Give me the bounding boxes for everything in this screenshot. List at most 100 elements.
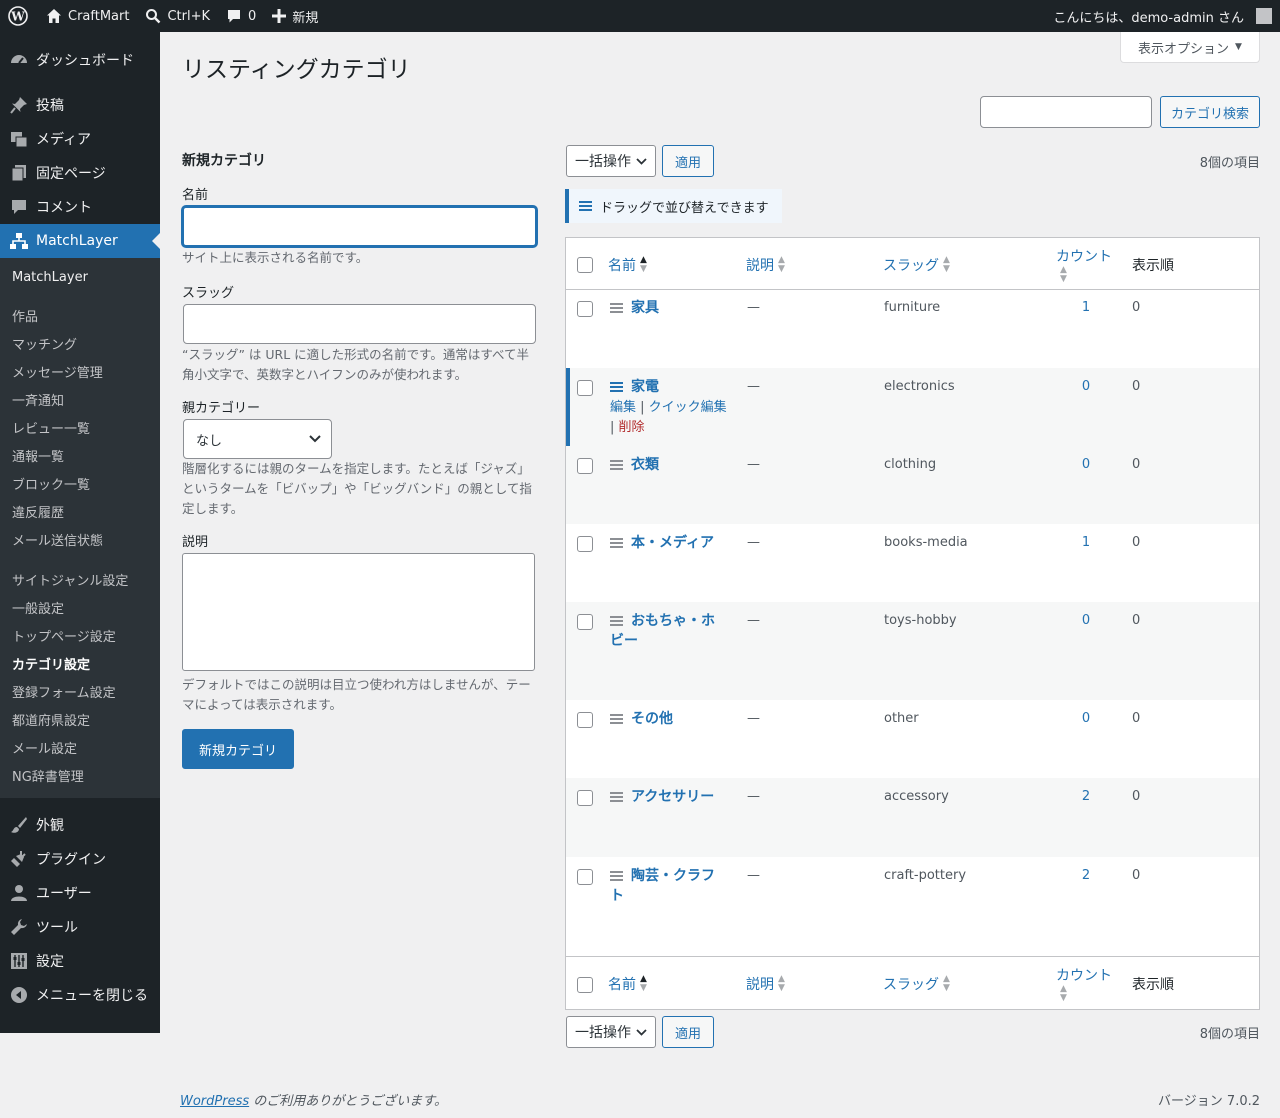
category-count-link[interactable]: 0 bbox=[1076, 711, 1096, 726]
parent-category-select[interactable]: なし bbox=[183, 419, 332, 459]
description-textarea[interactable] bbox=[182, 553, 535, 671]
row-checkbox[interactable] bbox=[577, 536, 593, 552]
row-checkbox[interactable] bbox=[577, 301, 593, 317]
drag-handle-icon[interactable] bbox=[610, 790, 623, 804]
row-checkbox[interactable] bbox=[577, 458, 593, 474]
admin-search-button[interactable]: Ctrl+K bbox=[137, 0, 218, 32]
menu-users[interactable]: ユーザー bbox=[0, 876, 160, 910]
menu-matchlayer[interactable]: MatchLayer bbox=[0, 224, 160, 258]
category-count-link[interactable]: 0 bbox=[1076, 379, 1096, 394]
menu-plugins[interactable]: プラグイン bbox=[0, 842, 160, 876]
category-count-link[interactable]: 1 bbox=[1076, 300, 1096, 315]
submenu-item[interactable]: 登録フォーム設定 bbox=[0, 680, 160, 708]
column-name-sort[interactable]: 名前 ▲ ▼ bbox=[608, 255, 647, 275]
category-search-button[interactable]: カテゴリ検索 bbox=[1159, 96, 1260, 128]
category-count-link[interactable]: 2 bbox=[1076, 868, 1096, 883]
wordpress-logo-icon[interactable]: W bbox=[0, 0, 38, 32]
column-slug-sort[interactable]: スラッグ ▲ ▼ bbox=[883, 974, 950, 994]
wordpress-link[interactable]: WordPress bbox=[180, 1094, 249, 1109]
menu-appearance[interactable]: 外観 bbox=[0, 808, 160, 842]
submenu-item[interactable]: ブロック一覧 bbox=[0, 472, 160, 500]
submenu-item[interactable]: メール設定 bbox=[0, 736, 160, 764]
submenu-item[interactable]: 作品 bbox=[0, 304, 160, 332]
column-description-sort[interactable]: 説明 ▲ ▼ bbox=[746, 974, 785, 994]
submenu-item[interactable]: 通報一覧 bbox=[0, 444, 160, 472]
comment-icon bbox=[10, 198, 28, 216]
apply-button[interactable]: 適用 bbox=[662, 1016, 715, 1048]
bulk-action-select[interactable]: 一括操作 bbox=[566, 1016, 656, 1048]
drag-handle-icon[interactable] bbox=[610, 301, 623, 315]
category-name: その他 bbox=[631, 711, 673, 727]
my-account-link[interactable]: こんにちは、demo-admin さん bbox=[1045, 0, 1280, 32]
row-actions: 編集 | クイック編集 | 削除 bbox=[610, 400, 727, 435]
column-description-sort[interactable]: 説明 ▲ ▼ bbox=[746, 255, 785, 275]
submenu-item[interactable]: トップページ設定 bbox=[0, 624, 160, 652]
submenu-item[interactable]: 都道府県設定 bbox=[0, 708, 160, 736]
screen-options-button[interactable]: 表示オプション ▼ bbox=[1120, 32, 1260, 63]
edit-link[interactable]: 編集 bbox=[610, 400, 636, 415]
comments-link[interactable]: 0 bbox=[218, 0, 264, 32]
drag-handle-icon[interactable] bbox=[610, 536, 623, 550]
drag-handle-icon[interactable] bbox=[610, 712, 623, 726]
submenu-item[interactable]: 違反履歴 bbox=[0, 500, 160, 528]
row-checkbox[interactable] bbox=[577, 712, 593, 728]
column-count-sort[interactable]: カウント ▲ ▼ bbox=[1056, 246, 1112, 284]
submenu-item[interactable]: メール送信状態 bbox=[0, 528, 160, 556]
select-all-checkbox[interactable] bbox=[577, 257, 593, 273]
table-row: おもちゃ・ホビー — toys-hobby 0 0 bbox=[566, 602, 1259, 700]
name-input[interactable] bbox=[182, 206, 537, 247]
submenu-item[interactable]: NG辞書管理 bbox=[0, 764, 160, 792]
row-checkbox[interactable] bbox=[577, 614, 593, 630]
category-order: 0 bbox=[1132, 711, 1141, 726]
menu-pages[interactable]: 固定ページ bbox=[0, 156, 160, 190]
submenu-item[interactable]: 一斉通知 bbox=[0, 388, 160, 416]
submenu-item[interactable]: レビュー一覧 bbox=[0, 416, 160, 444]
row-checkbox[interactable] bbox=[577, 790, 593, 806]
new-content-link[interactable]: 新規 bbox=[264, 0, 326, 32]
bulk-action-select[interactable]: 一括操作 bbox=[566, 145, 656, 177]
dashboard-icon bbox=[10, 51, 28, 69]
category-name-link[interactable]: おもちゃ・ホビー bbox=[610, 611, 725, 651]
category-name-link[interactable]: アクセサリー bbox=[610, 787, 740, 807]
submenu-item-current[interactable]: カテゴリ設定 bbox=[0, 652, 160, 680]
submenu-item[interactable]: メッセージ管理 bbox=[0, 360, 160, 388]
category-count-link[interactable]: 0 bbox=[1076, 613, 1096, 628]
add-category-button[interactable]: 新規カテゴリ bbox=[182, 729, 295, 769]
collapse-menu-button[interactable]: メニューを閉じる bbox=[0, 978, 160, 1012]
category-count-link[interactable]: 0 bbox=[1076, 457, 1096, 472]
category-name-link[interactable]: 陶芸・クラフト bbox=[610, 866, 725, 906]
category-name-link[interactable]: その他 bbox=[610, 709, 730, 729]
menu-tools[interactable]: ツール bbox=[0, 910, 160, 944]
menu-comments[interactable]: コメント bbox=[0, 190, 160, 224]
slug-input[interactable] bbox=[183, 304, 536, 344]
column-slug-sort[interactable]: スラッグ ▲ ▼ bbox=[883, 255, 950, 275]
menu-media[interactable]: メディア bbox=[0, 122, 160, 156]
row-checkbox[interactable] bbox=[577, 869, 593, 885]
apply-button[interactable]: 適用 bbox=[662, 145, 715, 177]
drag-handle-icon[interactable] bbox=[610, 869, 623, 883]
menu-posts[interactable]: 投稿 bbox=[0, 88, 160, 122]
drag-handle-icon[interactable] bbox=[610, 458, 623, 472]
category-name-link[interactable]: 家具 bbox=[610, 298, 730, 318]
category-search-input[interactable] bbox=[979, 96, 1152, 128]
category-count-link[interactable]: 2 bbox=[1076, 789, 1096, 804]
category-name-link[interactable]: 家電 bbox=[610, 377, 730, 397]
submenu-item[interactable]: 一般設定 bbox=[0, 596, 160, 624]
drag-handle-icon[interactable] bbox=[610, 614, 623, 628]
menu-dashboard[interactable]: ダッシュボード bbox=[0, 43, 160, 77]
drag-handle-icon[interactable] bbox=[610, 380, 623, 394]
submenu-matchlayer[interactable]: MatchLayer bbox=[0, 264, 160, 292]
submenu-item[interactable]: サイトジャンル設定 bbox=[0, 568, 160, 596]
menu-settings[interactable]: 設定 bbox=[0, 944, 160, 978]
quick-edit-link[interactable]: クイック編集 bbox=[649, 400, 727, 415]
category-name-link[interactable]: 衣類 bbox=[610, 455, 730, 475]
submenu-item[interactable]: マッチング bbox=[0, 332, 160, 360]
delete-link[interactable]: 削除 bbox=[619, 420, 645, 435]
row-checkbox[interactable] bbox=[577, 380, 593, 396]
column-count-sort[interactable]: カウント ▲ ▼ bbox=[1056, 965, 1112, 1003]
category-name-link[interactable]: 本・メディア bbox=[610, 533, 730, 553]
column-name-sort[interactable]: 名前 ▲ ▼ bbox=[608, 974, 647, 994]
site-name-link[interactable]: CraftMart bbox=[38, 0, 137, 32]
category-count-link[interactable]: 1 bbox=[1076, 535, 1096, 550]
select-all-checkbox[interactable] bbox=[577, 977, 593, 993]
